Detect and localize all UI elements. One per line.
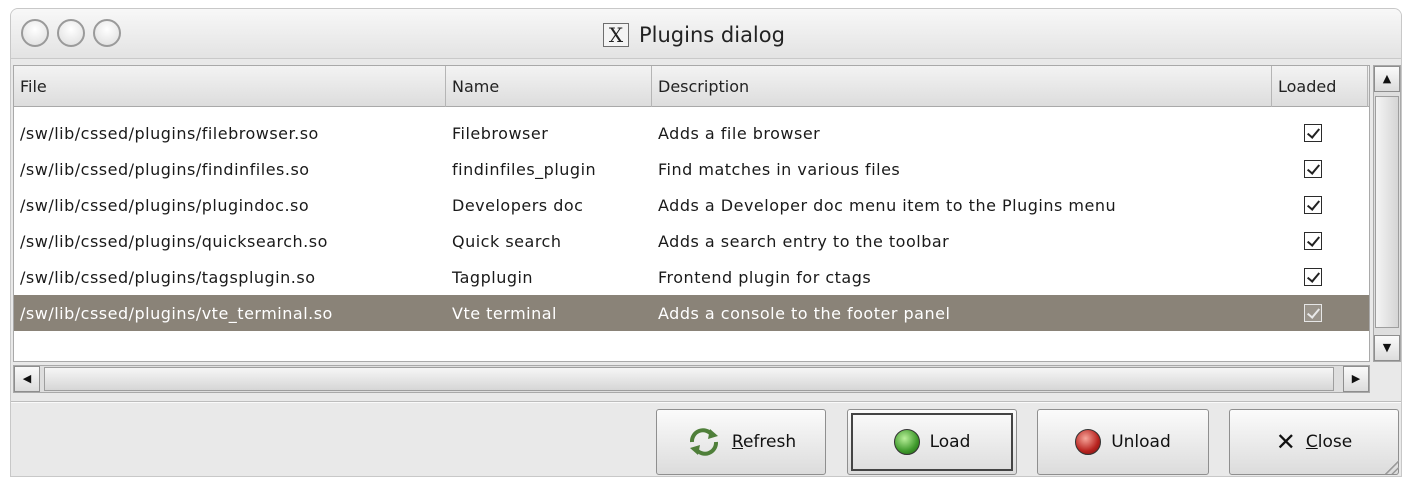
plugins-list[interactable]: File Name Description Loaded /sw/lib/css… xyxy=(13,65,1370,362)
cell-file: /sw/lib/cssed/plugins/tagsplugin.so xyxy=(20,267,316,287)
zoom-window-icon[interactable] xyxy=(93,19,121,47)
red-circle-icon xyxy=(1075,429,1102,455)
minimize-window-icon[interactable] xyxy=(57,19,85,47)
cell-file: /sw/lib/cssed/plugins/filebrowser.so xyxy=(20,123,319,143)
cell-description: Frontend plugin for ctags xyxy=(658,267,872,287)
scroll-right-icon[interactable]: ▶ xyxy=(1343,366,1369,392)
scroll-left-icon[interactable]: ◀ xyxy=(14,366,40,392)
table-row[interactable]: /sw/lib/cssed/plugins/filebrowser.so Fil… xyxy=(14,115,1369,151)
horizontal-scroll-thumb[interactable] xyxy=(44,367,1334,391)
resize-grip-icon[interactable] xyxy=(1383,458,1399,474)
table-row[interactable]: /sw/lib/cssed/plugins/tagsplugin.so Tagp… xyxy=(14,259,1369,295)
close-button[interactable]: ✕ Close xyxy=(1229,409,1399,475)
close-x-icon: ✕ xyxy=(1275,428,1296,456)
load-label: Load xyxy=(929,432,971,452)
cell-file: /sw/lib/cssed/plugins/findinfiles.so xyxy=(20,159,310,179)
vertical-scroll-thumb[interactable] xyxy=(1375,96,1399,328)
cell-description: Adds a console to the footer panel xyxy=(658,303,951,323)
refresh-label: Refresh xyxy=(731,432,797,452)
table-row[interactable]: /sw/lib/cssed/plugins/quicksearch.so Qui… xyxy=(14,223,1369,259)
cell-name: Quick search xyxy=(452,231,562,251)
close-window-icon[interactable] xyxy=(21,19,49,47)
divider xyxy=(11,401,1401,403)
cell-description: Adds a Developer doc menu item to the Pl… xyxy=(658,195,1117,215)
green-circle-icon xyxy=(893,429,920,455)
cell-file: /sw/lib/cssed/plugins/plugindoc.so xyxy=(20,195,310,215)
refresh-icon xyxy=(686,427,722,457)
vertical-scrollbar[interactable]: ▲ ▼ xyxy=(1373,65,1401,362)
title-bar[interactable]: X Plugins dialog xyxy=(11,9,1401,59)
column-header-description[interactable]: Description xyxy=(652,66,1272,107)
window-title: Plugins dialog xyxy=(639,23,785,47)
horizontal-scrollbar[interactable]: ◀ ▶ xyxy=(13,365,1370,393)
cell-description: Adds a search entry to the toolbar xyxy=(658,231,950,251)
loaded-checkbox[interactable] xyxy=(1304,196,1322,214)
table-row[interactable]: /sw/lib/cssed/plugins/plugindoc.so Devel… xyxy=(14,187,1369,223)
load-button[interactable]: Load xyxy=(847,409,1017,475)
column-header-loaded[interactable]: Loaded xyxy=(1272,66,1368,107)
window-title-group: X Plugins dialog xyxy=(603,22,785,48)
loaded-checkbox[interactable] xyxy=(1304,232,1322,250)
cell-name: Tagplugin xyxy=(452,267,534,287)
loaded-checkbox[interactable] xyxy=(1304,304,1322,322)
close-label: Close xyxy=(1305,432,1353,452)
cell-name: Filebrowser xyxy=(452,123,549,143)
scroll-up-icon[interactable]: ▲ xyxy=(1374,66,1400,92)
table-row[interactable]: /sw/lib/cssed/plugins/findinfiles.so fin… xyxy=(14,151,1369,187)
scroll-down-icon[interactable]: ▼ xyxy=(1374,335,1400,361)
column-header-file[interactable]: File xyxy=(14,66,446,107)
cell-file: /sw/lib/cssed/plugins/vte_terminal.so xyxy=(20,303,333,323)
loaded-checkbox[interactable] xyxy=(1304,268,1322,286)
list-header: File Name Description Loaded xyxy=(14,66,1369,107)
cell-name: findinfiles_plugin xyxy=(452,159,597,179)
cell-description: Find matches in various files xyxy=(658,159,901,179)
plugins-dialog-window: X Plugins dialog File Name Description L… xyxy=(10,8,1402,477)
loaded-checkbox[interactable] xyxy=(1304,124,1322,142)
unload-button[interactable]: Unload xyxy=(1037,409,1209,475)
cell-name: Vte terminal xyxy=(452,303,557,323)
refresh-button[interactable]: Refresh xyxy=(656,409,826,475)
loaded-checkbox[interactable] xyxy=(1304,160,1322,178)
column-header-name[interactable]: Name xyxy=(446,66,652,107)
unload-label: Unload xyxy=(1111,432,1171,452)
cell-description: Adds a file browser xyxy=(658,123,821,143)
cell-file: /sw/lib/cssed/plugins/quicksearch.so xyxy=(20,231,328,251)
x-window-icon: X xyxy=(603,23,629,47)
table-row-selected[interactable]: /sw/lib/cssed/plugins/vte_terminal.so Vt… xyxy=(14,295,1369,331)
cell-name: Developers doc xyxy=(452,195,584,215)
